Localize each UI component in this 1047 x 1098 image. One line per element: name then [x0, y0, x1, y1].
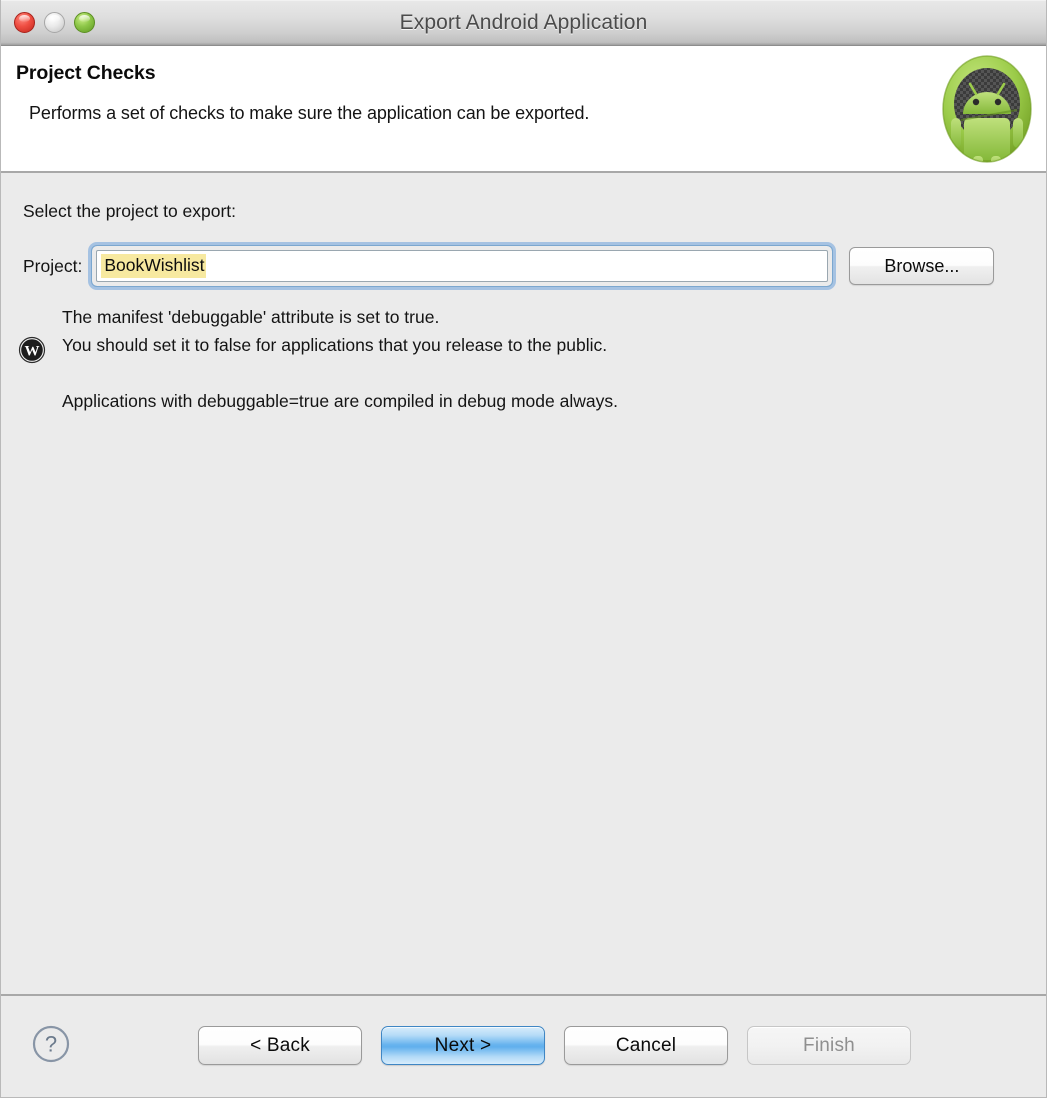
cancel-button[interactable]: Cancel — [564, 1026, 728, 1065]
project-field-label: Project: — [23, 255, 83, 276]
page-description: Performs a set of checks to make sure th… — [29, 103, 590, 123]
project-input-focus-ring: BookWishlist — [92, 246, 832, 286]
warning-spacer — [62, 359, 1024, 387]
select-project-label: Select the project to export: — [23, 201, 237, 221]
close-button[interactable] — [14, 12, 35, 33]
warning-line: The manifest 'debuggable' attribute is s… — [62, 307, 440, 327]
project-input-value: BookWishlist — [101, 254, 206, 278]
warning-line: You should set it to false for applicati… — [62, 335, 608, 355]
back-button[interactable]: < Back — [198, 1026, 362, 1065]
header-text-group: Project Checks Performs a set of checks … — [16, 62, 916, 124]
warning-line: Applications with debuggable=true are co… — [62, 391, 618, 411]
svg-text:W: W — [25, 343, 40, 359]
minimize-button[interactable] — [44, 12, 65, 33]
finish-button: Finish — [747, 1026, 911, 1065]
warning-block: W The manifest 'debuggable' attribute is… — [17, 303, 1024, 415]
dialog-body: Select the project to export: Project: B… — [1, 173, 1046, 994]
android-robot-icon — [939, 52, 1035, 165]
browse-button[interactable]: Browse... — [849, 247, 995, 285]
dialog-header: Project Checks Performs a set of checks … — [1, 46, 1046, 173]
warning-messages: The manifest 'debuggable' attribute is s… — [62, 303, 1024, 415]
window-controls — [14, 12, 95, 33]
warning-w-icon: W — [17, 335, 47, 365]
project-input[interactable]: BookWishlist — [96, 250, 829, 282]
project-row: Project: BookWishlist Browse... — [23, 245, 1024, 287]
export-android-application-dialog: Export Android Application Project Check… — [0, 0, 1047, 1098]
page-title: Project Checks — [16, 62, 156, 84]
footer-button-group: < Back Next > Cancel Finish — [1, 1026, 1046, 1065]
maximize-button[interactable] — [74, 12, 95, 33]
dialog-footer: ? < Back Next > Cancel Finish — [1, 994, 1046, 1097]
window-title: Export Android Application — [399, 11, 648, 34]
next-button[interactable]: Next > — [381, 1026, 545, 1065]
window-titlebar[interactable]: Export Android Application — [1, 0, 1046, 46]
